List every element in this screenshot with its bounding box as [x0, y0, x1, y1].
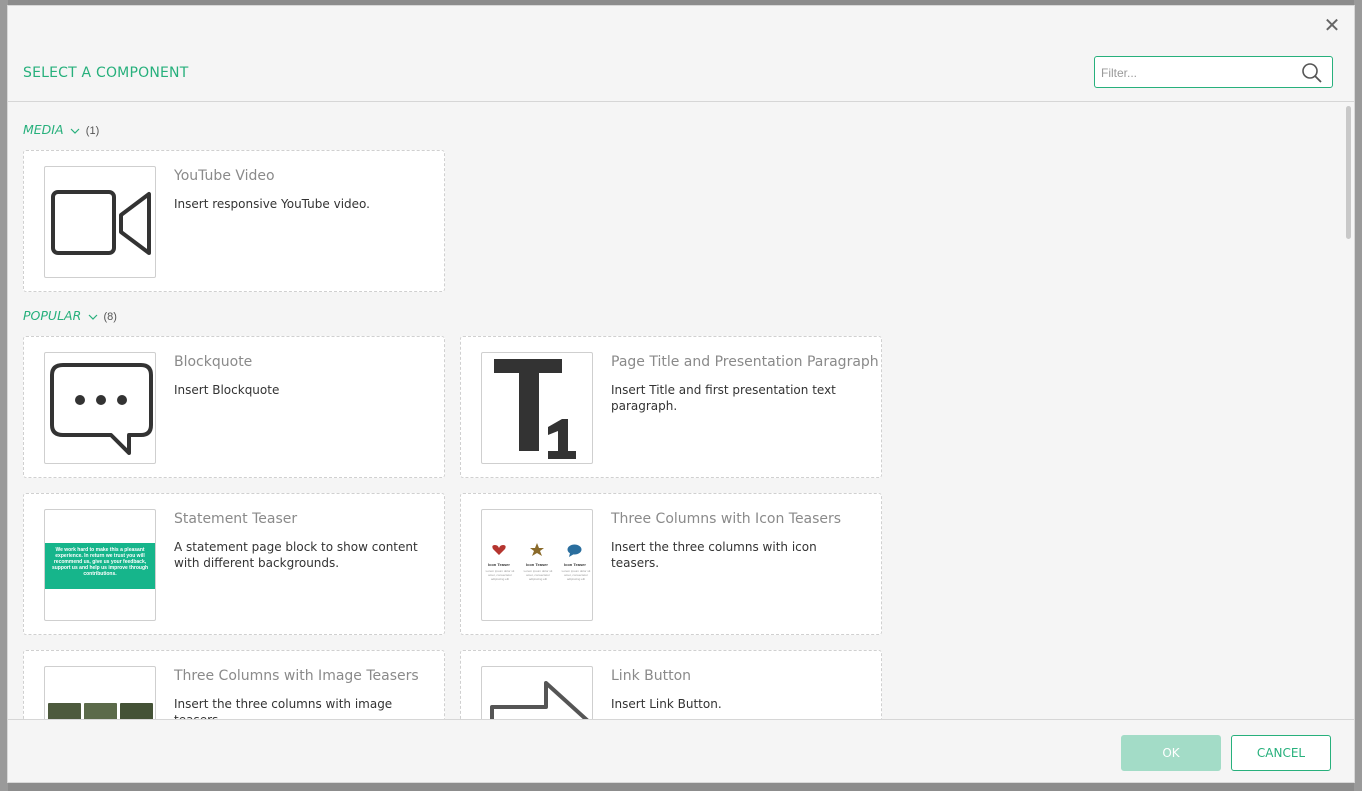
component-description: Insert responsive YouTube video. [174, 197, 370, 211]
teaser-photo [84, 703, 117, 719]
background-page-right [1354, 0, 1362, 791]
title-t1-icon [481, 352, 593, 464]
speech-bubble-icon [44, 352, 156, 464]
arrow-icon [481, 666, 593, 719]
section-name: MEDIA [23, 122, 64, 137]
video-camera-icon [44, 166, 156, 278]
component-title: Link Button [611, 668, 692, 684]
component-picker-dialog: ✕ SELECT A COMPONENT MEDIA (1) YouTube [7, 5, 1355, 783]
footer-divider [8, 719, 1354, 720]
component-description: Insert Blockquote [174, 383, 280, 397]
chat-icon [567, 544, 582, 557]
heart-icon [492, 545, 506, 555]
icon-teaser-label: Icon Teaser [488, 562, 510, 567]
section-count: (8) [103, 311, 117, 323]
component-list: MEDIA (1) YouTube Video Insert responsiv… [8, 102, 1344, 719]
chevron-down-icon [70, 128, 80, 134]
statement-preview-text: We work hard to make this a pleasant exp… [45, 543, 155, 589]
star-icon [530, 543, 544, 556]
component-description: Insert the three columns with image teas… [174, 697, 393, 719]
cancel-button[interactable]: CANCEL [1231, 735, 1331, 771]
scrollbar-thumb[interactable] [1346, 106, 1351, 239]
component-description: A statement page block to show content w… [174, 540, 418, 570]
statement-preview: We work hard to make this a pleasant exp… [44, 509, 156, 621]
icon-teasers-preview: Icon Teaser Icon Teaser Icon Teaser Lore… [481, 509, 593, 621]
component-card-page-title[interactable]: Page Title and Presentation Paragraph In… [460, 336, 882, 478]
component-card-icon-teasers[interactable]: Icon Teaser Icon Teaser Icon Teaser Lore… [460, 493, 882, 635]
teaser-photo [120, 703, 153, 719]
component-card-blockquote[interactable]: Blockquote Insert Blockquote [23, 336, 445, 478]
icon-teaser-label: Icon Teaser [564, 562, 586, 567]
filter-field[interactable] [1094, 56, 1333, 88]
icon-teaser-label: Icon Teaser [526, 562, 548, 567]
component-card-youtube-video[interactable]: YouTube Video Insert responsive YouTube … [23, 150, 445, 292]
component-description: Insert Link Button. [611, 697, 722, 711]
component-title: Statement Teaser [174, 511, 298, 527]
component-card-image-teasers[interactable]: Three Columns with Image Teasers Insert … [23, 650, 445, 719]
section-name: POPULAR [23, 308, 82, 323]
component-title: Page Title and Presentation Paragraph [611, 354, 879, 370]
filter-input[interactable] [1101, 63, 1291, 83]
component-title: Three Columns with Icon Teasers [611, 511, 842, 527]
component-card-statement-teaser[interactable]: We work hard to make this a pleasant exp… [23, 493, 445, 635]
close-icon[interactable]: ✕ [1322, 16, 1342, 36]
component-title: Blockquote [174, 354, 253, 370]
section-count: (1) [85, 125, 100, 137]
ok-button[interactable]: OK [1121, 735, 1221, 771]
component-card-link-button[interactable]: Link Button Insert Link Button. [460, 650, 882, 719]
section-header-media[interactable]: MEDIA (1) [23, 122, 99, 137]
dialog-title: SELECT A COMPONENT [23, 65, 189, 81]
image-teasers-preview [44, 666, 156, 719]
component-title: YouTube Video [174, 168, 275, 184]
component-description: Insert the three columns with icon tease… [611, 540, 817, 570]
section-header-popular[interactable]: POPULAR (8) [23, 308, 117, 323]
component-title: Three Columns with Image Teasers [174, 668, 419, 684]
search-icon[interactable] [1301, 62, 1323, 84]
component-description: Insert Title and first presentation text… [611, 383, 836, 413]
teaser-photo [48, 703, 81, 719]
icon-teaser-sub: Lorem ipsum dolor sit amet, consectetur … [485, 569, 515, 581]
chevron-down-icon [88, 314, 98, 320]
icon-teaser-sub: Lorem ipsum dolor sit amet, consectetur … [561, 569, 591, 581]
icon-teaser-sub: Lorem ipsum dolor sit amet, consectetur … [523, 569, 553, 581]
